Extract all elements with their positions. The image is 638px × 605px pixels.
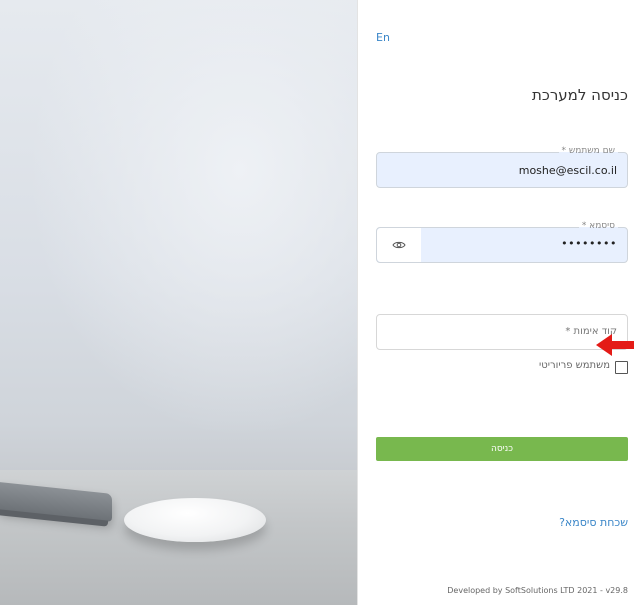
panel-divider bbox=[357, 0, 358, 605]
password-field[interactable]: סיסמא * •••••••• bbox=[376, 221, 628, 263]
red-arrow-icon bbox=[596, 334, 634, 356]
priority-user-row[interactable]: משתמש פריוריטי bbox=[376, 360, 628, 375]
password-label: סיסמא * bbox=[578, 221, 618, 232]
username-label: שם משתמש * bbox=[558, 146, 618, 157]
language-toggle-link[interactable]: En bbox=[376, 31, 390, 44]
background-photo bbox=[0, 0, 357, 605]
priority-user-label: משתמש פריוריטי bbox=[539, 360, 610, 371]
mouse-image bbox=[124, 498, 266, 542]
forgot-password-link[interactable]: שכחת סיסמא? bbox=[559, 516, 628, 529]
otp-code-field[interactable]: קוד אימות * bbox=[376, 314, 628, 350]
username-value: moshe@escil.co.il bbox=[518, 164, 617, 177]
page-title: כניסה למערכת bbox=[532, 86, 628, 104]
footer-credit: Developed by SoftSolutions LTD 2021 - v2… bbox=[447, 586, 628, 595]
eye-icon[interactable] bbox=[377, 228, 421, 262]
username-field[interactable]: שם משתמש * moshe@escil.co.il bbox=[376, 146, 628, 188]
login-button[interactable]: כניסה bbox=[376, 437, 628, 461]
password-value: •••••••• bbox=[561, 237, 617, 250]
priority-user-checkbox[interactable] bbox=[615, 361, 628, 374]
